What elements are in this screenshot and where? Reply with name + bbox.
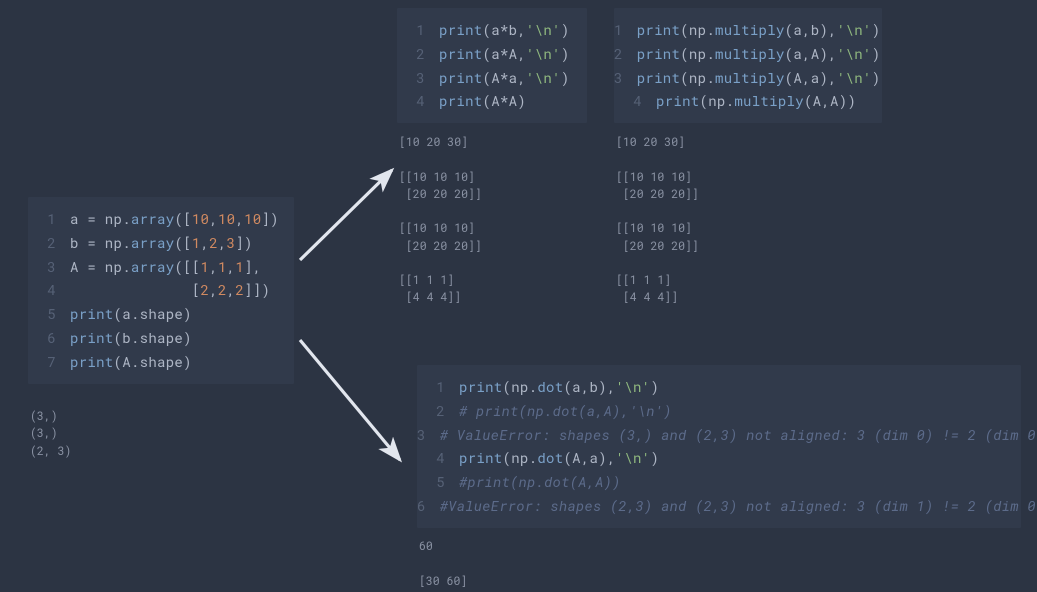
code-star-block: 1 print(a*b,'\n') 2 print(a*A,'\n') 3 print(A… (397, 8, 587, 123)
code-setup-block: 1 a = np.array([10,10,10]) 2 b = np.array([… (28, 197, 294, 384)
code-content: print(a*b,'\n') (439, 18, 570, 42)
line-number: 1 (397, 18, 425, 42)
code-content: # ValueError: shapes (3,) and (2,3) not … (440, 423, 1037, 447)
code-content: print(np.dot(a,b),'\n') (459, 375, 659, 399)
code-content: print(b.shape) (70, 326, 192, 350)
code-line: 2print(np.multiply(a,A),'\n') (614, 42, 870, 66)
line-number: 4 (417, 446, 445, 470)
code-content: a = np.array([10,10,10]) (70, 207, 279, 231)
line-number: 1 (28, 207, 56, 231)
line-number: 3 (614, 66, 623, 90)
code-content: print(A*a,'\n') (439, 66, 570, 90)
code-content: print(a.shape) (70, 302, 192, 326)
output-setup: (3,) (3,) (2, 3) (30, 408, 71, 460)
line-number: 2 (28, 231, 56, 255)
code-content: print(a*A,'\n') (439, 42, 570, 66)
code-line: 4 [2,2,2]]) (28, 278, 282, 302)
line-number: 4 (614, 89, 642, 113)
code-line: 5 print(a.shape) (28, 302, 282, 326)
code-dot-block: 1 print(np.dot(a,b),'\n') 2 # print(np.dot(… (417, 365, 1021, 528)
code-content: print(np.multiply(A,a),'\n') (637, 66, 881, 90)
code-content: print(A*A) (439, 89, 526, 113)
code-content: print(A.shape) (70, 350, 192, 374)
line-number: 3 (417, 423, 426, 447)
code-line: 3print(np.multiply(A,a),'\n') (614, 66, 870, 90)
code-line: 2 # print(np.dot(a,A),'\n') (417, 399, 1009, 423)
line-number: 6 (28, 326, 56, 350)
line-number: 3 (397, 66, 425, 90)
code-line: 2 print(a*A,'\n') (397, 42, 575, 66)
code-multiply-block: 1print(np.multiply(a,b),'\n')2print(np.m… (614, 8, 882, 123)
code-content: #ValueError: shapes (2,3) and (2,3) not … (440, 494, 1037, 518)
line-number: 7 (28, 350, 56, 374)
code-line: 3 A = np.array([[1,1,1], (28, 255, 282, 279)
code-content: A = np.array([[1,1,1], (70, 255, 261, 279)
code-line: 4 print(A*A) (397, 89, 575, 113)
line-number: 2 (397, 42, 425, 66)
line-number: 2 (417, 399, 445, 423)
output-dot: 60 [30 60] (419, 538, 467, 590)
code-line: 1 print(np.dot(a,b),'\n') (417, 375, 1009, 399)
line-number: 5 (28, 302, 56, 326)
line-number: 3 (28, 255, 56, 279)
code-line: 1print(np.multiply(a,b),'\n') (614, 18, 870, 42)
code-content: [2,2,2]]) (70, 278, 270, 302)
code-content: b = np.array([1,2,3]) (70, 231, 253, 255)
code-line: 2 b = np.array([1,2,3]) (28, 231, 282, 255)
line-number: 1 (417, 375, 445, 399)
code-line: 5 #print(np.dot(A,A)) (417, 470, 1009, 494)
code-line: 4 print(np.multiply(A,A)) (614, 89, 870, 113)
code-content: # print(np.dot(a,A),'\n') (459, 399, 672, 423)
code-line: 6#ValueError: shapes (2,3) and (2,3) not… (417, 494, 1009, 518)
line-number: 4 (397, 89, 425, 113)
line-number: 5 (417, 470, 445, 494)
code-line: 1 print(a*b,'\n') (397, 18, 575, 42)
line-number: 4 (28, 278, 56, 302)
line-number: 2 (614, 42, 623, 66)
code-content: print(np.dot(A,a),'\n') (459, 446, 659, 470)
code-content: #print(np.dot(A,A)) (459, 470, 621, 494)
line-number: 1 (614, 18, 623, 42)
output-multiply: [10 20 30] [[10 10 10] [20 20 20]] [[10 … (616, 134, 706, 307)
code-content: print(np.multiply(a,b),'\n') (637, 18, 881, 42)
code-line: 1 a = np.array([10,10,10]) (28, 207, 282, 231)
code-content: print(np.multiply(a,A),'\n') (637, 42, 881, 66)
code-line: 4 print(np.dot(A,a),'\n') (417, 446, 1009, 470)
output-star: [10 20 30] [[10 10 10] [20 20 20]] [[10 … (399, 134, 489, 307)
code-line: 3# ValueError: shapes (3,) and (2,3) not… (417, 423, 1009, 447)
code-line: 7 print(A.shape) (28, 350, 282, 374)
line-number: 6 (417, 494, 426, 518)
code-content: print(np.multiply(A,A)) (656, 89, 856, 113)
code-line: 6 print(b.shape) (28, 326, 282, 350)
code-line: 3 print(A*a,'\n') (397, 66, 575, 90)
